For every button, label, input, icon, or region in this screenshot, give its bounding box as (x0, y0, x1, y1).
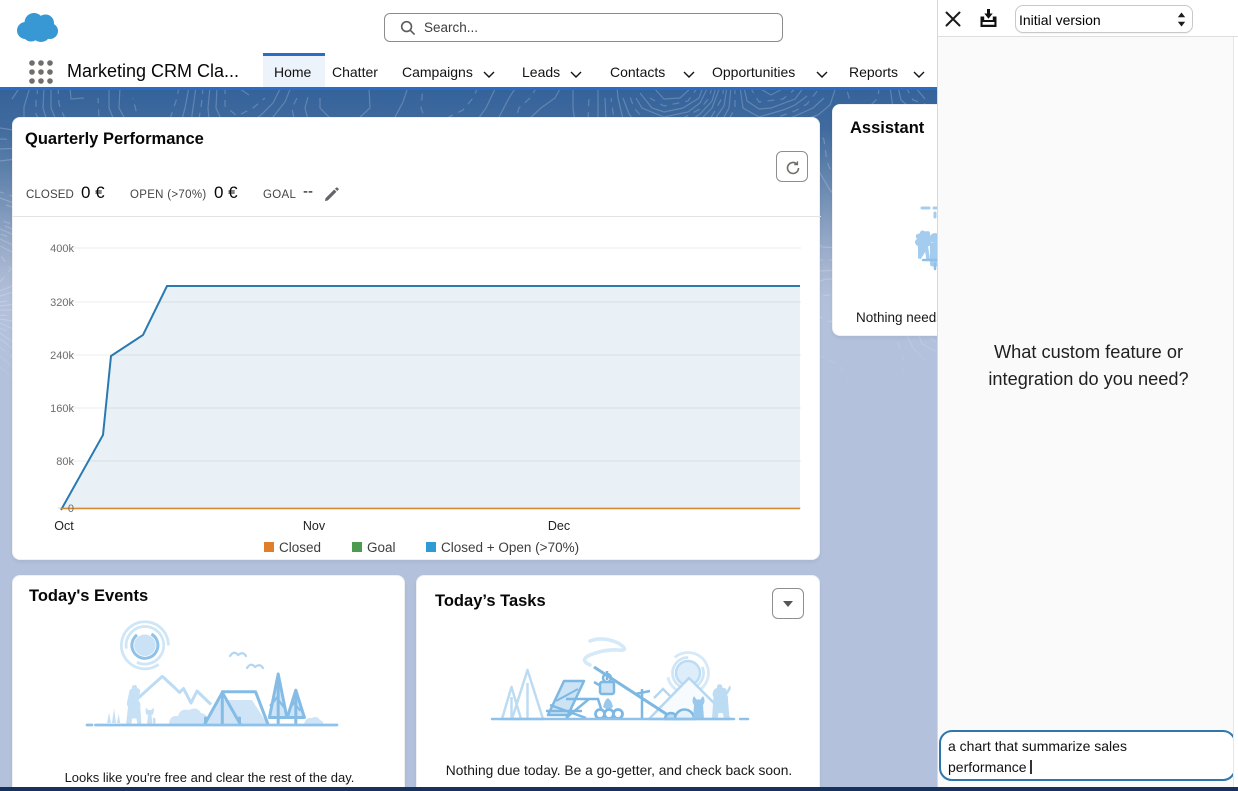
svg-text:0: 0 (68, 503, 74, 515)
svg-text:Dec: Dec (548, 519, 570, 533)
svg-text:400k: 400k (50, 243, 74, 255)
svg-text:320k: 320k (50, 297, 74, 309)
svg-text:Oct: Oct (54, 519, 74, 533)
svg-text:240k: 240k (50, 350, 74, 362)
svg-text:160k: 160k (50, 403, 74, 415)
svg-text:Nov: Nov (303, 519, 326, 533)
svg-text:80k: 80k (56, 456, 74, 468)
